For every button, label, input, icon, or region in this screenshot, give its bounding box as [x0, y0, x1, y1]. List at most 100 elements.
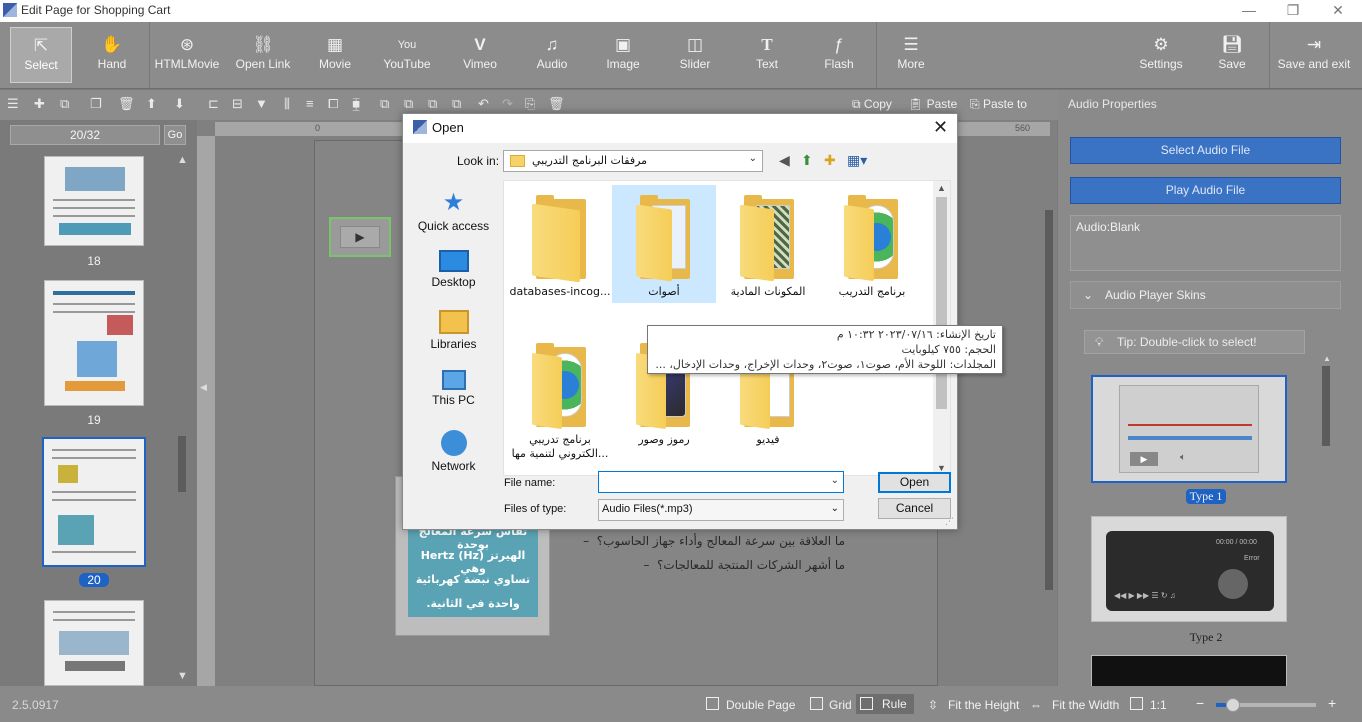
move-up-icon[interactable]: ⬆: [146, 96, 157, 112]
audio-button[interactable]: ♫ Audio: [530, 27, 574, 83]
scroll-up-icon[interactable]: ▲: [937, 183, 946, 193]
folder-item[interactable]: برنامج تدريبي الكتروني لتنمية مها...: [508, 333, 612, 465]
movie-button[interactable]: ▦ Movie: [312, 27, 358, 83]
flash-button[interactable]: ƒ Flash: [816, 27, 862, 83]
collapse-left-icon[interactable]: ◀: [200, 382, 207, 393]
fit-height-icon[interactable]: ⇳: [928, 698, 938, 712]
place-network[interactable]: Network: [407, 430, 500, 473]
place-libraries[interactable]: Libraries: [407, 310, 500, 351]
vimeo-button[interactable]: V Vimeo: [458, 27, 502, 83]
bring-forward-icon[interactable]: ⧉: [404, 96, 413, 112]
skins-section-header[interactable]: ⌄ Audio Player Skins: [1070, 281, 1341, 309]
play-icon[interactable]: ▶: [340, 226, 380, 248]
rule-toggle-active[interactable]: Rule: [856, 694, 914, 714]
bring-front-icon[interactable]: ⧉: [380, 96, 389, 112]
scrollbar-thumb[interactable]: [936, 197, 947, 409]
up-folder-icon[interactable]: ⬆: [801, 152, 813, 168]
close-icon[interactable]: ✕: [933, 117, 948, 138]
htmlmovie-button[interactable]: ⊛ HTMLMovie: [153, 27, 221, 83]
folder-item[interactable]: المكونات المادية: [716, 185, 820, 303]
clear-icon[interactable]: 🗑︎: [548, 96, 565, 112]
back-icon[interactable]: ◀: [779, 152, 790, 168]
fit-width-button[interactable]: Fit the Width: [1052, 698, 1119, 712]
skins-scroll-up-icon[interactable]: ▲: [1323, 354, 1331, 363]
audio-skin-type-2[interactable]: 00:00 / 00:00 Error ◀◀ ▶ ▶▶ ☰ ↻ ♫: [1091, 516, 1287, 622]
double-page-toggle[interactable]: Double Page: [726, 698, 795, 712]
distribute-v-icon[interactable]: ≡: [306, 96, 314, 112]
place-quick-access[interactable]: ★ Quick access: [407, 190, 500, 234]
actual-size-icon[interactable]: [1130, 697, 1143, 710]
zoom-slider[interactable]: [1216, 698, 1316, 712]
select-tool-button[interactable]: ⇱ Select: [10, 27, 72, 83]
paste-button[interactable]: 📋︎ Paste: [908, 97, 957, 111]
audio-skin-type-1[interactable]: ▶ 🔈︎: [1091, 375, 1287, 483]
image-button[interactable]: ▣ Image: [600, 27, 646, 83]
folder-item[interactable]: databases-incog...: [508, 185, 612, 303]
double-page-icon[interactable]: [706, 697, 719, 710]
folder-item[interactable]: برنامج التدريب: [820, 185, 924, 303]
scroll-up-icon[interactable]: ▲: [177, 154, 188, 166]
distribute-icon[interactable]: ⫼: [284, 96, 290, 112]
folder-item-selected[interactable]: أصوات: [612, 185, 716, 303]
more-button[interactable]: ☰ More: [890, 27, 932, 83]
same-width-icon[interactable]: ⧯: [352, 96, 360, 112]
align-center-icon[interactable]: ⊟: [232, 96, 243, 112]
open-button[interactable]: Open: [878, 472, 951, 493]
zoom-in-icon[interactable]: +: [1328, 695, 1336, 711]
minimize-icon[interactable]: —: [1235, 1, 1263, 19]
copy-button[interactable]: ⧉ Copy: [852, 97, 892, 112]
view-menu-icon[interactable]: ▦▾: [847, 152, 867, 168]
send-backward-icon[interactable]: ⧉: [428, 96, 437, 112]
list-icon[interactable]: ☰: [7, 96, 19, 112]
new-folder-icon[interactable]: ✚: [824, 152, 836, 168]
place-this-pc[interactable]: This PC: [407, 370, 500, 407]
redo-icon[interactable]: ↷: [502, 96, 513, 112]
grid-icon[interactable]: [810, 697, 823, 710]
page-thumbnail[interactable]: [44, 280, 144, 406]
move-down-icon[interactable]: ⬇: [174, 96, 185, 112]
page-thumbnail-selected[interactable]: [42, 437, 146, 567]
play-audio-file-button[interactable]: Play Audio File: [1070, 177, 1341, 204]
thumb-scrollbar[interactable]: [178, 436, 186, 492]
page-thumbnail[interactable]: [44, 156, 144, 246]
cancel-button[interactable]: Cancel: [878, 498, 951, 519]
file-name-input[interactable]: ⌄: [598, 471, 844, 493]
slider-button[interactable]: ◫ Slider: [672, 27, 718, 83]
grid-toggle[interactable]: Grid: [829, 698, 852, 712]
zoom-out-icon[interactable]: −: [1196, 695, 1204, 711]
maximize-icon[interactable]: ❐: [1279, 1, 1307, 19]
add-page-icon[interactable]: ✚: [34, 96, 45, 112]
paste-to-button[interactable]: ⎘ Paste to: [970, 97, 1027, 112]
actual-size-button[interactable]: 1:1: [1150, 698, 1167, 712]
duplicate-page-icon[interactable]: ❐: [90, 96, 102, 112]
hand-tool-button[interactable]: ✋ Hand: [84, 27, 140, 83]
fit-width-icon[interactable]: ⇔: [1030, 698, 1042, 712]
page-thumbnail[interactable]: [44, 600, 144, 686]
undo-icon[interactable]: ↶: [478, 96, 489, 112]
open-link-button[interactable]: ⛓ Open Link: [231, 27, 295, 83]
save-button[interactable]: 💾︎ Save: [1210, 27, 1254, 83]
save-and-exit-button[interactable]: ⇥ Save and exit: [1274, 27, 1354, 83]
file-type-select[interactable]: Audio Files(*.mp3) ⌄: [598, 499, 844, 521]
page-number-input[interactable]: 20/32: [10, 125, 160, 145]
zoom-slider-handle[interactable]: [1226, 698, 1240, 712]
canvas-scrollbar[interactable]: [1045, 210, 1053, 590]
scroll-down-icon[interactable]: ▼: [177, 670, 188, 682]
align-dropdown-icon[interactable]: ▼: [255, 96, 268, 112]
look-in-select[interactable]: مرفقات البرنامج التدريبي ⌄: [503, 150, 763, 172]
audio-element[interactable]: ▶: [329, 217, 391, 257]
history-icon[interactable]: ⎘: [525, 96, 535, 112]
select-audio-file-button[interactable]: Select Audio File: [1070, 137, 1341, 164]
skins-scrollbar[interactable]: [1322, 366, 1330, 446]
resize-grip-icon[interactable]: ⋰: [945, 516, 954, 527]
text-button[interactable]: T Text: [746, 27, 788, 83]
insert-page-icon[interactable]: ⧉: [60, 96, 69, 112]
align-left-icon[interactable]: ⊏: [208, 96, 219, 112]
send-back-icon[interactable]: ⧉: [452, 96, 461, 112]
youtube-button[interactable]: You YouTube: [380, 27, 434, 83]
settings-button[interactable]: ⚙ Settings: [1132, 27, 1190, 83]
fit-height-button[interactable]: Fit the Height: [948, 698, 1019, 712]
close-icon[interactable]: ✕: [1324, 1, 1352, 19]
delete-page-icon[interactable]: 🗑︎: [118, 96, 135, 112]
chevron-down-icon[interactable]: ⌄: [831, 475, 839, 486]
